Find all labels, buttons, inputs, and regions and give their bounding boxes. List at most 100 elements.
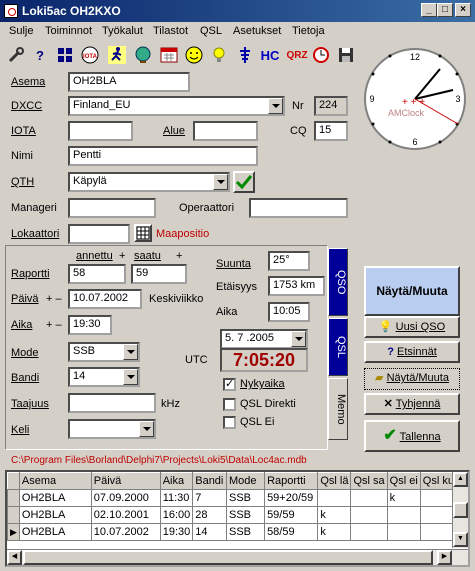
col-aika[interactable]: Aika	[159, 472, 194, 490]
tab-qso[interactable]: QSO	[328, 248, 348, 316]
scroll-right-icon[interactable]: ▶	[437, 550, 452, 565]
mode-combo[interactable]: SSB	[68, 342, 140, 362]
dxcc-combo[interactable]: Finland_EU	[68, 96, 285, 116]
hc-icon[interactable]: HC	[260, 46, 280, 66]
col-mode[interactable]: Mode	[225, 472, 266, 490]
nayta-muuta-button[interactable]: ▰ Näytä/Muuta	[364, 368, 460, 390]
alue-field[interactable]	[193, 121, 258, 141]
tools-icon[interactable]	[6, 46, 26, 66]
scroll-down-icon[interactable]: ▼	[453, 532, 468, 547]
nr-label: Nr	[292, 100, 304, 112]
qsl-ei-checkbox[interactable]	[223, 416, 236, 429]
asema-label: Asema	[11, 76, 46, 88]
keli-combo[interactable]	[68, 419, 156, 439]
tab-memo[interactable]: Memo	[328, 378, 348, 440]
table-cell: 59+20/59	[264, 489, 319, 507]
dxcc-value: Finland_EU	[73, 99, 131, 111]
menu-asetukset[interactable]: Asetukset	[233, 25, 281, 37]
chevron-down-icon[interactable]	[268, 98, 283, 114]
locator-grid-button[interactable]	[134, 224, 152, 242]
close-button[interactable]: ×	[455, 3, 471, 17]
qsl-direkti-checkbox[interactable]	[223, 398, 236, 411]
nykyaika-label: Nykyaika	[240, 378, 285, 390]
toolbar: ? IOTA HC QRZ	[0, 42, 360, 70]
smiley-icon[interactable]	[184, 46, 204, 66]
aika2-field[interactable]: 10:05	[268, 302, 310, 322]
folder-icon: ▰	[375, 372, 384, 384]
suunta-field[interactable]: 25°	[268, 251, 310, 271]
cq-field[interactable]: 15	[314, 121, 348, 141]
table-row[interactable]: OH2BLA 07.09.2000 11:30 7 SSB 59+20/59 k	[7, 489, 458, 507]
chevron-down-icon[interactable]	[123, 369, 138, 385]
scroll-thumb[interactable]	[453, 502, 468, 518]
runner-icon[interactable]	[107, 46, 127, 66]
nayta-muuta-big-button[interactable]: Näytä/Muuta	[364, 266, 460, 316]
grid-icon	[136, 226, 150, 240]
iota-field[interactable]	[68, 121, 133, 141]
menu-tietoja[interactable]: Tietoja	[292, 25, 325, 37]
date-combo[interactable]: 5. 7 .2005	[220, 329, 308, 349]
horizontal-scrollbar[interactable]: ◀ ▶	[7, 549, 468, 565]
qrz-icon[interactable]: QRZ	[286, 46, 308, 66]
vertical-scrollbar[interactable]: ▲ ▼	[452, 472, 468, 548]
scroll-h-thumb[interactable]	[23, 550, 433, 565]
nr-field: 224	[314, 96, 348, 116]
qth-combo[interactable]: Käpylä	[68, 172, 230, 192]
globe-icon[interactable]	[133, 46, 153, 66]
clock-numeral-9: 9	[369, 94, 374, 104]
chevron-down-icon[interactable]	[123, 344, 138, 360]
raportti-label: Raportti	[11, 268, 50, 280]
clock-icon[interactable]	[311, 46, 331, 66]
table-row-selected[interactable]: ▶ OH2BLA 10.07.2002 19:30 14 SSB 58/59 k	[7, 523, 458, 541]
bandi-combo[interactable]: 14	[68, 367, 140, 387]
manageri-field[interactable]	[68, 198, 156, 218]
aika-field[interactable]: 19:30	[68, 315, 112, 335]
etaisyys-field[interactable]: 1753 km	[268, 276, 325, 296]
chevron-down-icon[interactable]	[213, 174, 228, 190]
nimi-field[interactable]: Pentti	[68, 146, 258, 166]
menu-qsl[interactable]: QSL	[200, 25, 222, 37]
raportti-annettu-field[interactable]: 58	[68, 264, 126, 284]
menu-tilastot[interactable]: Tilastot	[153, 25, 188, 37]
table-row[interactable]: OH2BLA 02.10.2001 16:00 28 SSB 59/59 k	[7, 506, 458, 524]
col-asema[interactable]: Asema	[18, 472, 92, 490]
operaattori-field[interactable]	[249, 198, 348, 218]
menu-sulje[interactable]: Sulje	[9, 25, 33, 37]
raportti-saatu-field[interactable]: 59	[131, 264, 187, 284]
grid-icon[interactable]	[55, 46, 75, 66]
menu-tyokalut[interactable]: Työkalut	[102, 25, 143, 37]
help-icon[interactable]: ?	[30, 46, 50, 66]
calendar-icon[interactable]	[159, 46, 179, 66]
minimize-button[interactable]: _	[421, 3, 437, 17]
antenna-icon[interactable]	[235, 46, 255, 66]
asema-field[interactable]: OH2BLA	[68, 72, 190, 92]
col-paiva[interactable]: Päivä	[90, 472, 161, 490]
qsl-ei-label: QSL Ei	[240, 416, 275, 428]
paiva-field[interactable]: 10.07.2002	[68, 289, 142, 309]
taajuus-field[interactable]	[68, 393, 156, 413]
lokaattori-field[interactable]	[68, 224, 130, 244]
etsinnat-button[interactable]: ? Etsinnät	[364, 341, 460, 363]
confirm-qth-button[interactable]	[233, 171, 255, 193]
chevron-down-icon[interactable]	[291, 331, 306, 347]
scroll-left-icon[interactable]: ◀	[7, 550, 22, 565]
col-bandi[interactable]: Bandi	[192, 472, 227, 490]
chevron-down-icon[interactable]	[139, 421, 154, 437]
tallenna-button[interactable]: ✔ Tallenna	[364, 420, 460, 452]
save-icon[interactable]	[336, 46, 356, 66]
maximize-button[interactable]: □	[437, 3, 453, 17]
col-qsl-ei[interactable]: Qsl ei	[386, 472, 421, 490]
scroll-up-icon[interactable]: ▲	[453, 472, 468, 487]
menu-toiminnot[interactable]: Toiminnot	[45, 25, 92, 37]
iota-icon[interactable]: IOTA	[80, 46, 100, 66]
tyhjenna-button[interactable]: ✕ Tyhjennä	[364, 393, 460, 415]
keli-label: Keli	[11, 424, 30, 436]
col-raportti[interactable]: Raportti	[264, 472, 319, 490]
lightbulb-icon[interactable]	[209, 46, 229, 66]
maapositio-link[interactable]: Maapositio	[156, 228, 209, 240]
tab-qsl[interactable]: QSL	[328, 318, 348, 376]
col-qsl-la[interactable]: Qsl lä	[317, 472, 352, 490]
nykyaika-checkbox[interactable]: ✓	[223, 378, 236, 391]
col-qsl-sa[interactable]: Qsl sa	[350, 472, 388, 490]
uusi-qso-button[interactable]: 💡 Uusi QSO	[364, 316, 460, 338]
